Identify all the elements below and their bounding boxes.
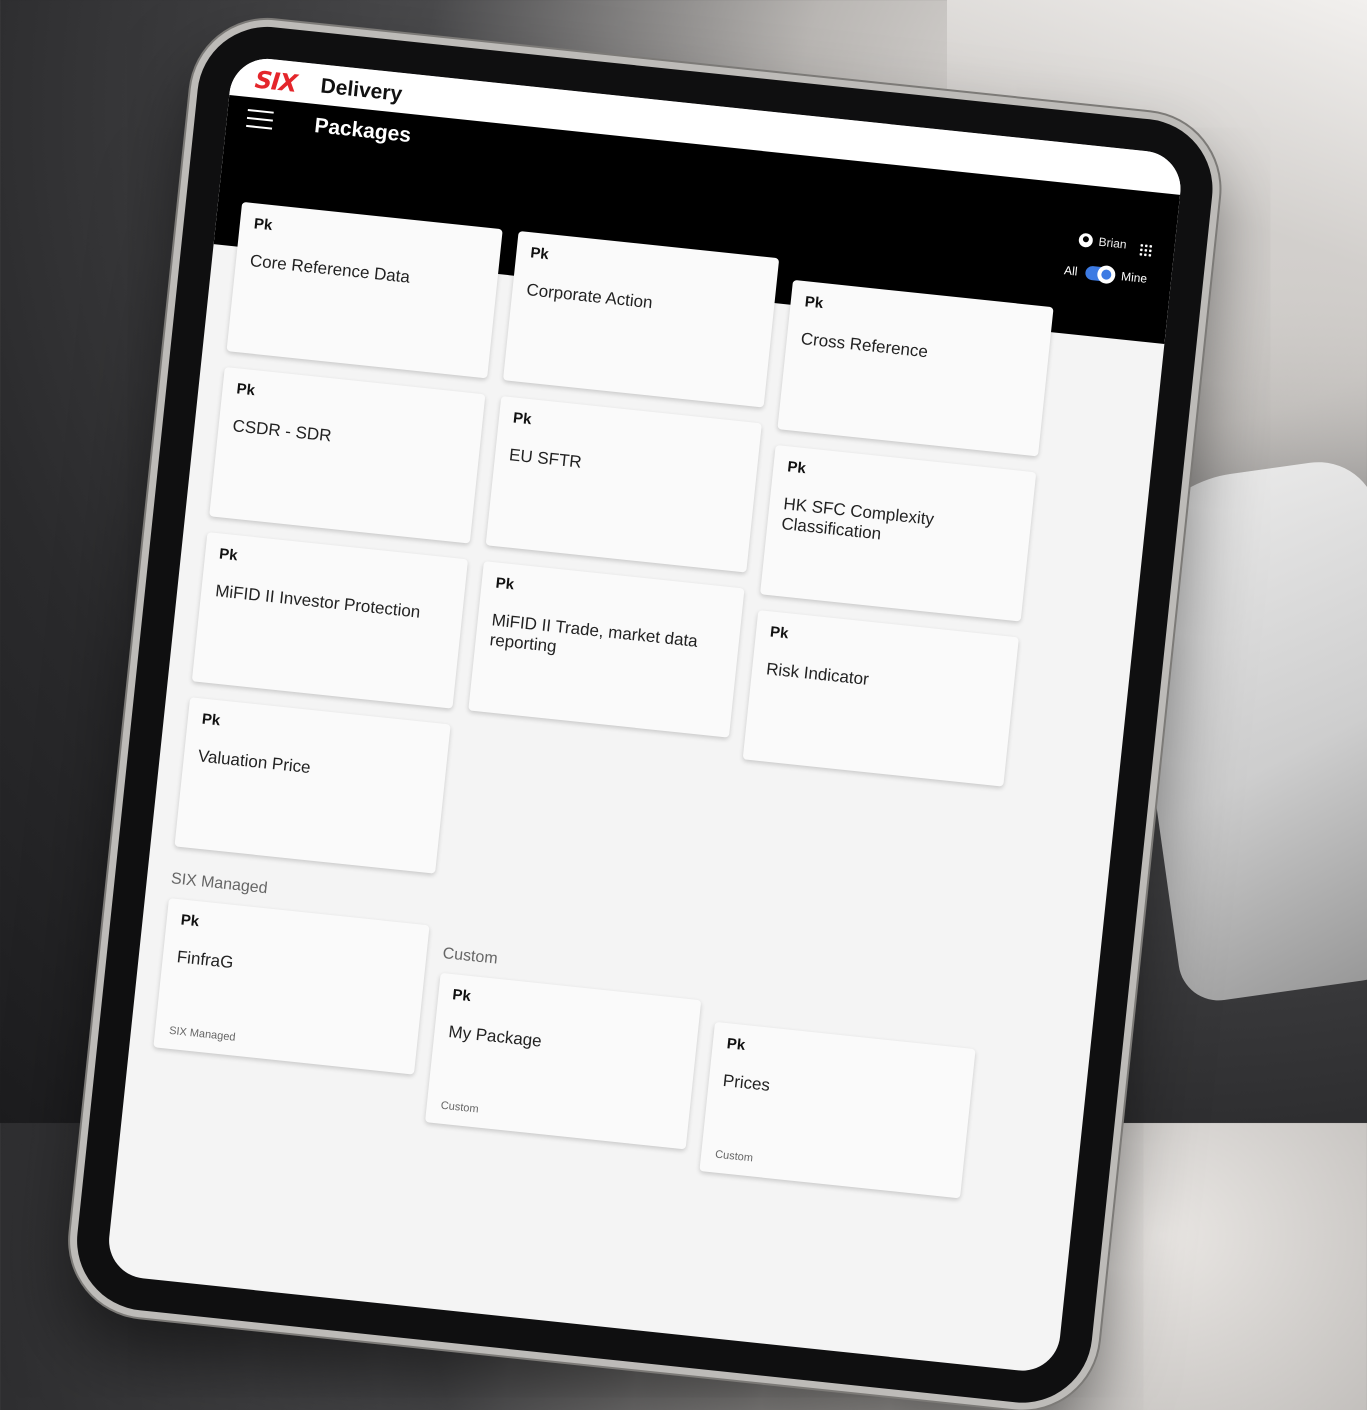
section-title-six-managed: SIX Managed — [170, 870, 269, 898]
package-card[interactable]: Pk Risk Indicator — [742, 610, 1019, 787]
user-menu[interactable]: Brian — [1078, 232, 1128, 252]
package-badge: Pk — [725, 1035, 747, 1055]
package-badge: Pk — [451, 986, 472, 1006]
package-card[interactable]: Pk Prices Custom — [699, 1021, 976, 1199]
package-name: Core Reference Data — [249, 251, 411, 287]
six-logo: SIX — [253, 65, 299, 98]
package-badge: Pk — [786, 458, 807, 478]
package-card[interactable]: Pk CSDR - SDR — [209, 366, 486, 544]
page-title: Packages — [313, 114, 413, 148]
tablet-screen: SIX Delivery Packages Brian All Mine + — [105, 55, 1185, 1375]
package-badge: Pk — [218, 545, 239, 565]
filter-mine-label: Mine — [1120, 269, 1148, 286]
package-badge: Pk — [179, 911, 200, 931]
mine-toggle[interactable] — [1084, 264, 1117, 285]
package-card[interactable]: Pk Corporate Action — [502, 230, 780, 408]
menu-icon[interactable] — [246, 108, 274, 132]
account-icon — [1078, 232, 1094, 248]
package-type-tag: Custom — [714, 1148, 754, 1165]
package-card[interactable]: Pk Core Reference Data — [226, 201, 503, 379]
package-name: FinfraG — [175, 947, 235, 973]
package-name: Risk Indicator — [765, 659, 870, 689]
package-name: My Package — [447, 1022, 543, 1051]
package-card[interactable]: Pk Cross Reference — [777, 279, 1054, 457]
package-name: MiFID II Investor Protection — [214, 581, 422, 622]
package-badge: Pk — [769, 623, 790, 643]
package-badge: Pk — [494, 574, 515, 594]
app-title: Delivery — [319, 74, 404, 106]
package-badge: Pk — [512, 409, 533, 429]
package-name: EU SFTR — [508, 445, 583, 472]
apps-grid-icon[interactable] — [1138, 242, 1153, 258]
package-name: HK SFC Complexity Classification — [780, 494, 935, 544]
package-card[interactable]: Pk Valuation Price — [174, 697, 451, 874]
toggle-knob-icon — [1096, 264, 1117, 285]
package-card[interactable]: Pk MiFID II Investor Protection — [191, 532, 469, 709]
package-name: Corporate Action — [525, 280, 654, 313]
package-badge: Pk — [529, 244, 550, 264]
filter-all-label: All — [1063, 263, 1079, 279]
package-card[interactable]: Pk EU SFTR — [485, 396, 762, 573]
tablet-device: SIX Delivery Packages Brian All Mine + — [70, 20, 1220, 1410]
package-name: Valuation Price — [197, 746, 312, 778]
package-badge: Pk — [253, 215, 274, 235]
user-name: Brian — [1097, 234, 1128, 252]
ownership-filter: All Mine — [1063, 263, 1147, 286]
package-badge: Pk — [235, 380, 256, 400]
package-badge: Pk — [201, 710, 222, 730]
package-type-tag: Custom — [440, 1099, 480, 1116]
package-badge: Pk — [803, 293, 824, 313]
package-card[interactable]: Pk MiFID II Trade, market data reporting — [468, 561, 745, 738]
package-card[interactable]: Pk HK SFC Complexity Classification — [760, 444, 1037, 622]
package-name: Cross Reference — [799, 329, 929, 362]
package-name: CSDR - SDR — [231, 416, 333, 446]
package-card[interactable]: Pk FinfraG SIX Managed — [153, 898, 430, 1075]
package-name: Prices — [721, 1071, 771, 1095]
package-name: MiFID II Trade, market data reporting — [488, 610, 699, 657]
section-title-custom: Custom — [441, 945, 499, 968]
package-type-tag: SIX Managed — [168, 1024, 237, 1044]
